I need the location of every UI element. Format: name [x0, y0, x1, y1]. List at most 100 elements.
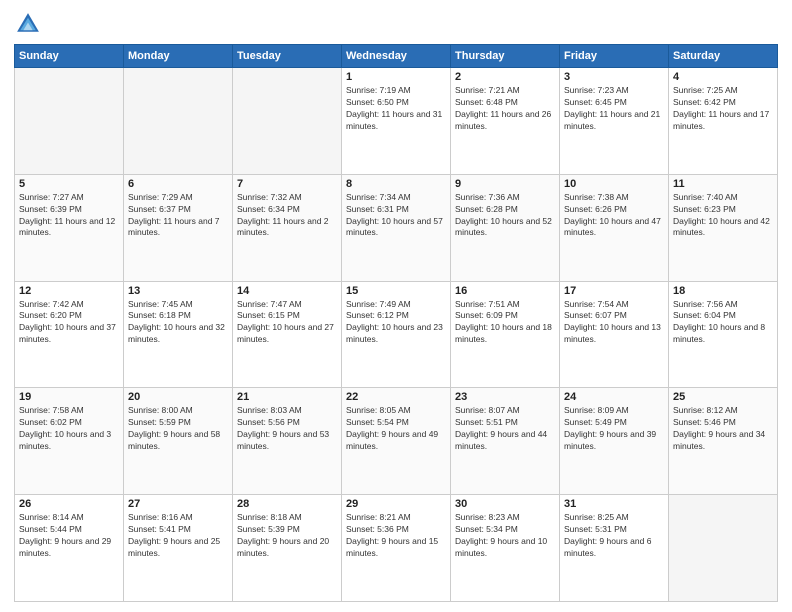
week-row-4: 19 Sunrise: 7:58 AM Sunset: 6:02 PM Dayli… — [15, 388, 778, 495]
day-number: 4 — [673, 71, 773, 83]
day-number: 28 — [237, 498, 337, 510]
day-number: 5 — [19, 178, 119, 190]
day-info: Sunrise: 8:25 AM Sunset: 5:31 PM Dayligh… — [564, 512, 664, 560]
day-info: Sunrise: 7:25 AM Sunset: 6:42 PM Dayligh… — [673, 85, 773, 133]
day-info: Sunrise: 7:23 AM Sunset: 6:45 PM Dayligh… — [564, 85, 664, 133]
day-number: 20 — [128, 391, 228, 403]
calendar-cell: 31 Sunrise: 8:25 AM Sunset: 5:31 PM Dayli… — [560, 495, 669, 602]
calendar-cell: 24 Sunrise: 8:09 AM Sunset: 5:49 PM Dayli… — [560, 388, 669, 495]
day-number: 19 — [19, 391, 119, 403]
day-info: Sunrise: 8:00 AM Sunset: 5:59 PM Dayligh… — [128, 405, 228, 453]
day-info: Sunrise: 7:21 AM Sunset: 6:48 PM Dayligh… — [455, 85, 555, 133]
day-number: 22 — [346, 391, 446, 403]
calendar-cell: 17 Sunrise: 7:54 AM Sunset: 6:07 PM Dayli… — [560, 281, 669, 388]
weekday-header-friday: Friday — [560, 45, 669, 68]
logo-icon — [14, 10, 42, 38]
calendar-cell: 18Sunrise: 7:56 AM Sunset: 6:04 PM Dayli… — [669, 281, 778, 388]
calendar-cell: 8 Sunrise: 7:34 AM Sunset: 6:31 PM Daylig… — [342, 174, 451, 281]
day-info: Sunrise: 7:42 AM Sunset: 6:20 PM Dayligh… — [19, 299, 119, 347]
day-info: Sunrise: 8:21 AM Sunset: 5:36 PM Dayligh… — [346, 512, 446, 560]
day-info: Sunrise: 7:38 AM Sunset: 6:26 PM Dayligh… — [564, 192, 664, 240]
weekday-header-row: SundayMondayTuesdayWednesdayThursdayFrid… — [15, 45, 778, 68]
calendar-cell: 6 Sunrise: 7:29 AM Sunset: 6:37 PM Daylig… — [124, 174, 233, 281]
calendar-cell: 27 Sunrise: 8:16 AM Sunset: 5:41 PM Dayli… — [124, 495, 233, 602]
day-number: 17 — [564, 285, 664, 297]
calendar-cell — [669, 495, 778, 602]
day-info: Sunrise: 7:36 AM Sunset: 6:28 PM Dayligh… — [455, 192, 555, 240]
day-info: Sunrise: 8:09 AM Sunset: 5:49 PM Dayligh… — [564, 405, 664, 453]
calendar-cell: 15Sunrise: 7:49 AM Sunset: 6:12 PM Dayli… — [342, 281, 451, 388]
day-info: Sunrise: 8:05 AM Sunset: 5:54 PM Dayligh… — [346, 405, 446, 453]
calendar-cell — [124, 68, 233, 175]
day-info: Sunrise: 8:18 AM Sunset: 5:39 PM Dayligh… — [237, 512, 337, 560]
day-number: 9 — [455, 178, 555, 190]
day-number: 16 — [455, 285, 555, 297]
calendar-cell: 23Sunrise: 8:07 AM Sunset: 5:51 PM Dayli… — [451, 388, 560, 495]
day-number: 12 — [19, 285, 119, 297]
week-row-1: 1 Sunrise: 7:19 AM Sunset: 6:50 PM Daylig… — [15, 68, 778, 175]
weekday-header-saturday: Saturday — [669, 45, 778, 68]
calendar-cell: 4 Sunrise: 7:25 AM Sunset: 6:42 PM Daylig… — [669, 68, 778, 175]
day-info: Sunrise: 7:47 AM Sunset: 6:15 PM Dayligh… — [237, 299, 337, 347]
week-row-2: 5 Sunrise: 7:27 AM Sunset: 6:39 PM Daylig… — [15, 174, 778, 281]
day-number: 10 — [564, 178, 664, 190]
day-number: 3 — [564, 71, 664, 83]
day-info: Sunrise: 8:14 AM Sunset: 5:44 PM Dayligh… — [19, 512, 119, 560]
day-number: 24 — [564, 391, 664, 403]
day-info: Sunrise: 7:49 AM Sunset: 6:12 PM Dayligh… — [346, 299, 446, 347]
calendar-cell — [233, 68, 342, 175]
weekday-header-sunday: Sunday — [15, 45, 124, 68]
day-info: Sunrise: 8:12 AM Sunset: 5:46 PM Dayligh… — [673, 405, 773, 453]
day-number: 27 — [128, 498, 228, 510]
page: SundayMondayTuesdayWednesdayThursdayFrid… — [0, 0, 792, 612]
day-number: 6 — [128, 178, 228, 190]
calendar-cell: 16 Sunrise: 7:51 AM Sunset: 6:09 PM Dayli… — [451, 281, 560, 388]
day-info: Sunrise: 8:07 AM Sunset: 5:51 PM Dayligh… — [455, 405, 555, 453]
calendar-cell: 25Sunrise: 8:12 AM Sunset: 5:46 PM Dayli… — [669, 388, 778, 495]
calendar-cell: 26Sunrise: 8:14 AM Sunset: 5:44 PM Dayli… — [15, 495, 124, 602]
day-info: Sunrise: 7:19 AM Sunset: 6:50 PM Dayligh… — [346, 85, 446, 133]
calendar-cell: 10 Sunrise: 7:38 AM Sunset: 6:26 PM Dayli… — [560, 174, 669, 281]
calendar-cell: 9 Sunrise: 7:36 AM Sunset: 6:28 PM Daylig… — [451, 174, 560, 281]
day-number: 2 — [455, 71, 555, 83]
day-info: Sunrise: 7:29 AM Sunset: 6:37 PM Dayligh… — [128, 192, 228, 240]
day-info: Sunrise: 8:03 AM Sunset: 5:56 PM Dayligh… — [237, 405, 337, 453]
day-number: 13 — [128, 285, 228, 297]
day-info: Sunrise: 7:56 AM Sunset: 6:04 PM Dayligh… — [673, 299, 773, 347]
day-number: 7 — [237, 178, 337, 190]
logo — [14, 10, 46, 38]
calendar-cell: 1 Sunrise: 7:19 AM Sunset: 6:50 PM Daylig… — [342, 68, 451, 175]
calendar-cell: 29 Sunrise: 8:21 AM Sunset: 5:36 PM Dayli… — [342, 495, 451, 602]
day-info: Sunrise: 7:40 AM Sunset: 6:23 PM Dayligh… — [673, 192, 773, 240]
calendar-table: SundayMondayTuesdayWednesdayThursdayFrid… — [14, 44, 778, 602]
day-number: 31 — [564, 498, 664, 510]
day-info: Sunrise: 7:51 AM Sunset: 6:09 PM Dayligh… — [455, 299, 555, 347]
day-number: 29 — [346, 498, 446, 510]
day-info: Sunrise: 7:54 AM Sunset: 6:07 PM Dayligh… — [564, 299, 664, 347]
calendar-cell: 7Sunrise: 7:32 AM Sunset: 6:34 PM Daylig… — [233, 174, 342, 281]
week-row-3: 12 Sunrise: 7:42 AM Sunset: 6:20 PM Dayli… — [15, 281, 778, 388]
calendar-cell: 22 Sunrise: 8:05 AM Sunset: 5:54 PM Dayli… — [342, 388, 451, 495]
week-row-5: 26Sunrise: 8:14 AM Sunset: 5:44 PM Dayli… — [15, 495, 778, 602]
calendar-cell: 21 Sunrise: 8:03 AM Sunset: 5:56 PM Dayli… — [233, 388, 342, 495]
header — [14, 10, 778, 38]
weekday-header-monday: Monday — [124, 45, 233, 68]
day-info: Sunrise: 8:23 AM Sunset: 5:34 PM Dayligh… — [455, 512, 555, 560]
calendar-cell: 11Sunrise: 7:40 AM Sunset: 6:23 PM Dayli… — [669, 174, 778, 281]
calendar-cell — [15, 68, 124, 175]
day-info: Sunrise: 7:27 AM Sunset: 6:39 PM Dayligh… — [19, 192, 119, 240]
weekday-header-wednesday: Wednesday — [342, 45, 451, 68]
calendar-cell: 12 Sunrise: 7:42 AM Sunset: 6:20 PM Dayli… — [15, 281, 124, 388]
day-info: Sunrise: 7:45 AM Sunset: 6:18 PM Dayligh… — [128, 299, 228, 347]
calendar-cell: 13 Sunrise: 7:45 AM Sunset: 6:18 PM Dayli… — [124, 281, 233, 388]
calendar-cell: 14Sunrise: 7:47 AM Sunset: 6:15 PM Dayli… — [233, 281, 342, 388]
day-number: 30 — [455, 498, 555, 510]
weekday-header-thursday: Thursday — [451, 45, 560, 68]
day-number: 1 — [346, 71, 446, 83]
day-number: 8 — [346, 178, 446, 190]
day-info: Sunrise: 7:58 AM Sunset: 6:02 PM Dayligh… — [19, 405, 119, 453]
day-number: 21 — [237, 391, 337, 403]
calendar-cell: 3 Sunrise: 7:23 AM Sunset: 6:45 PM Daylig… — [560, 68, 669, 175]
day-info: Sunrise: 8:16 AM Sunset: 5:41 PM Dayligh… — [128, 512, 228, 560]
day-info: Sunrise: 7:34 AM Sunset: 6:31 PM Dayligh… — [346, 192, 446, 240]
